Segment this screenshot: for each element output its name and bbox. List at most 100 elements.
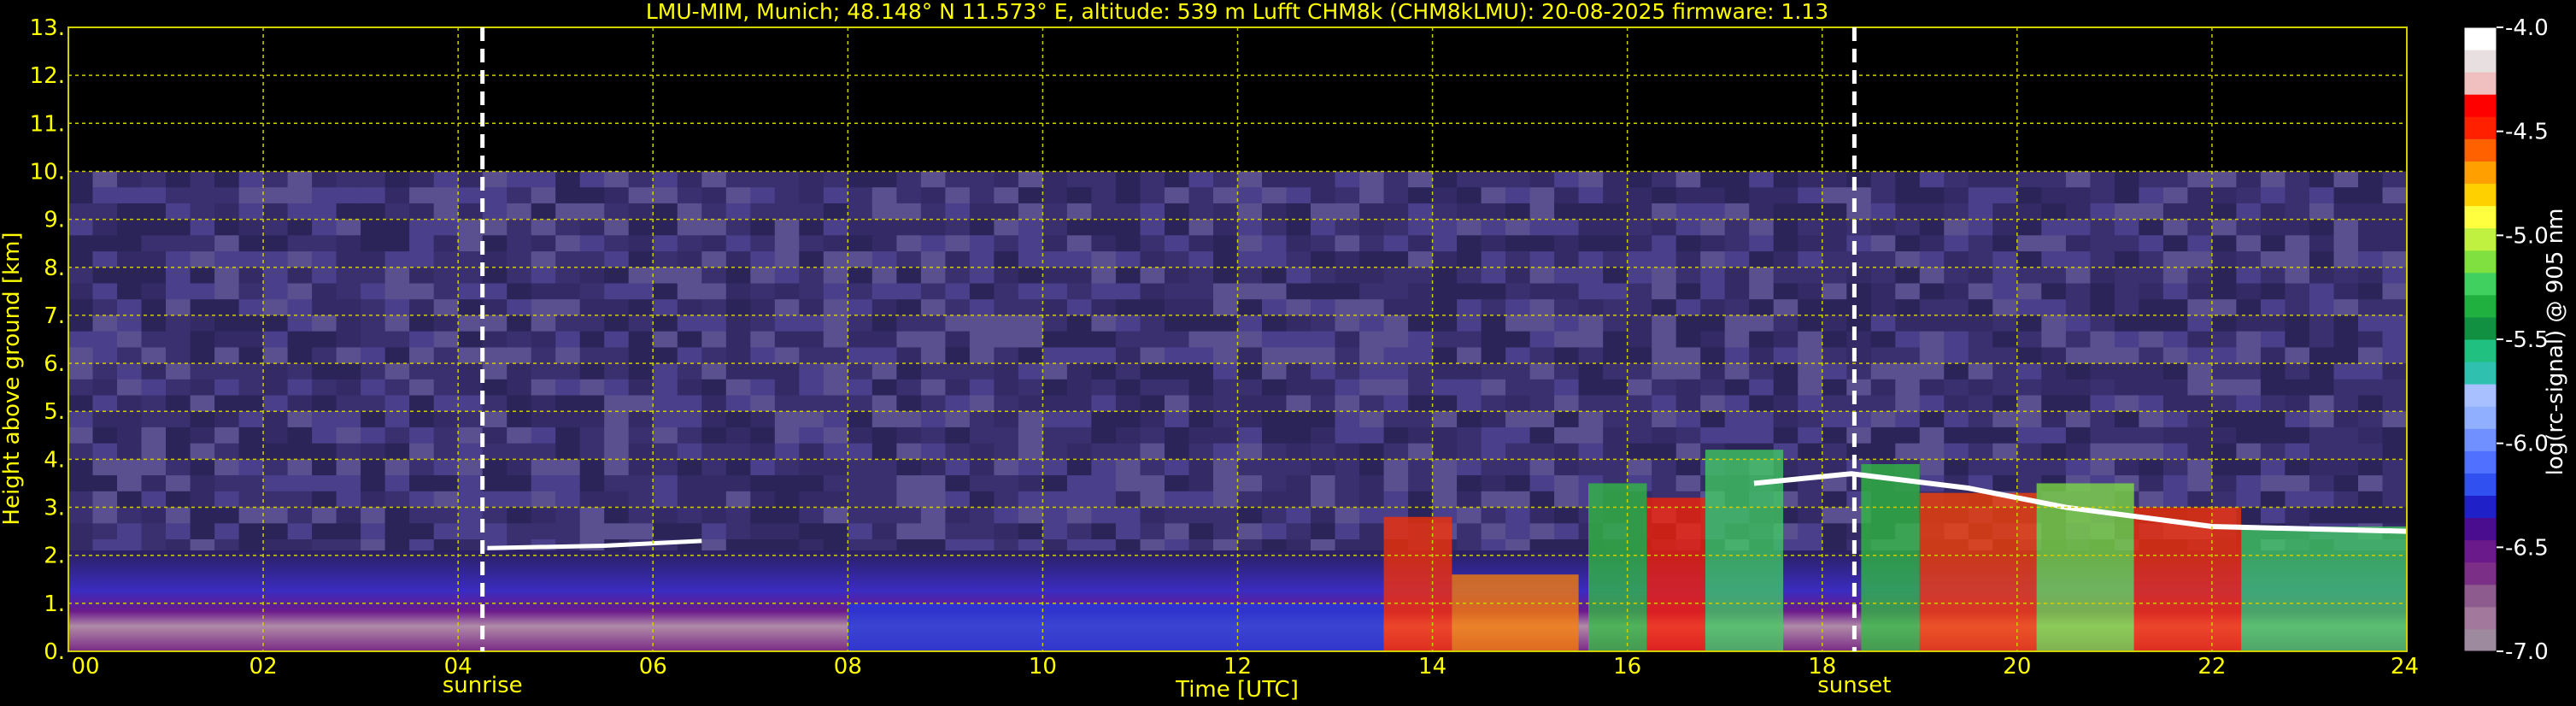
noise-cell — [677, 299, 702, 316]
noise-cell — [1408, 251, 1434, 268]
noise-cell — [1822, 411, 1847, 428]
noise-cell — [604, 491, 630, 509]
noise-cell — [920, 507, 946, 524]
noise-cell — [2187, 363, 2213, 380]
noise-cell — [945, 507, 971, 524]
colorbar-segment — [2464, 72, 2497, 95]
noise-cell — [799, 443, 824, 460]
noise-cell — [238, 203, 264, 221]
noise-cell — [701, 251, 727, 268]
noise-cell — [1018, 427, 1043, 444]
noise-cell — [409, 379, 435, 397]
noise-cell — [312, 395, 337, 412]
noise-cell — [531, 267, 556, 285]
noise-cell — [2309, 507, 2335, 524]
noise-cell — [2090, 235, 2115, 252]
noise-cell — [384, 283, 410, 300]
noise-cell — [141, 331, 167, 348]
noise-cell — [2065, 171, 2091, 188]
noise-cell — [969, 203, 995, 221]
noise-cell — [2211, 219, 2237, 236]
noise-cell — [1675, 395, 1701, 412]
noise-cell — [2139, 331, 2164, 348]
noise-cell — [1505, 363, 1531, 380]
noise-cell — [312, 283, 337, 300]
y-tick-label: 13. — [30, 15, 65, 41]
noise-cell — [653, 219, 678, 236]
noise-cell — [238, 379, 264, 397]
noise-cell — [1846, 283, 1872, 300]
noise-cell — [750, 363, 776, 380]
noise-cell — [2041, 331, 2067, 348]
noise-cell — [1091, 187, 1117, 204]
colorbar-segment — [2464, 138, 2497, 162]
noise-cell — [920, 379, 946, 397]
noise-cell — [458, 187, 484, 204]
noise-cell — [1675, 299, 1701, 316]
noise-cell — [2139, 347, 2164, 364]
noise-cell — [1529, 523, 1555, 540]
noise-cell — [1529, 443, 1555, 460]
noise-cell — [1237, 411, 1263, 428]
noise-cell — [871, 395, 897, 412]
chart-title: LMU-MIM, Munich; 48.148° N 11.573° E, al… — [646, 0, 1828, 24]
noise-cell — [1286, 523, 1311, 540]
noise-cell — [969, 523, 995, 540]
noise-cell — [969, 427, 995, 444]
noise-cell — [1140, 443, 1165, 460]
noise-cell — [531, 283, 556, 300]
noise-cell — [1675, 203, 1701, 221]
noise-cell — [1311, 475, 1336, 492]
noise-cell — [1042, 395, 1068, 412]
noise-cell — [287, 411, 313, 428]
noise-cell — [799, 395, 824, 412]
noise-cell — [2260, 283, 2286, 300]
noise-cell — [555, 491, 581, 509]
colorbar-segment — [2464, 628, 2497, 652]
noise-cell — [1432, 283, 1458, 300]
noise-cell — [677, 267, 702, 285]
noise-cell — [1846, 443, 1872, 460]
noise-cell — [1408, 219, 1434, 236]
noise-cell — [1968, 299, 1993, 316]
x-tick-label: 02 — [249, 654, 278, 680]
noise-cell — [774, 331, 800, 348]
noise-cell — [1700, 235, 1726, 252]
x-axis-label: Time [UTC] — [1175, 677, 1299, 703]
noise-cell — [1652, 427, 1677, 444]
noise-cell — [1383, 347, 1409, 364]
noise-cell — [969, 187, 995, 204]
noise-cell — [1724, 283, 1750, 300]
noise-cell — [969, 267, 995, 285]
x-tick-label: 10 — [1029, 654, 1057, 680]
noise-cell — [1627, 267, 1652, 285]
noise-cell — [68, 411, 94, 428]
noise-cell — [1335, 347, 1360, 364]
noise-cell — [1554, 443, 1580, 460]
noise-cell — [896, 523, 922, 540]
noise-cell — [1311, 251, 1336, 268]
noise-cell — [799, 379, 824, 397]
noise-cell — [2260, 187, 2286, 204]
noise-cell — [1992, 171, 2018, 188]
noise-cell — [409, 267, 435, 285]
noise-cell — [1018, 267, 1043, 285]
noise-cell — [628, 379, 654, 397]
noise-cell — [1335, 427, 1360, 444]
noise-cell — [1091, 475, 1117, 492]
noise-cell — [2285, 411, 2310, 428]
noise-cell — [1798, 459, 1823, 476]
noise-cell — [677, 219, 702, 236]
noise-cell — [2162, 379, 2188, 397]
noise-cell — [1042, 315, 1068, 332]
noise-cell — [1895, 171, 1921, 188]
noise-cell — [823, 443, 848, 460]
noise-cell — [1115, 507, 1141, 524]
noise-cell — [604, 251, 630, 268]
noise-cell — [238, 411, 264, 428]
noise-cell — [1505, 491, 1531, 509]
noise-cell — [1627, 459, 1652, 476]
noise-cell — [2285, 299, 2310, 316]
noise-cell — [1457, 347, 1482, 364]
noise-cell — [238, 395, 264, 412]
